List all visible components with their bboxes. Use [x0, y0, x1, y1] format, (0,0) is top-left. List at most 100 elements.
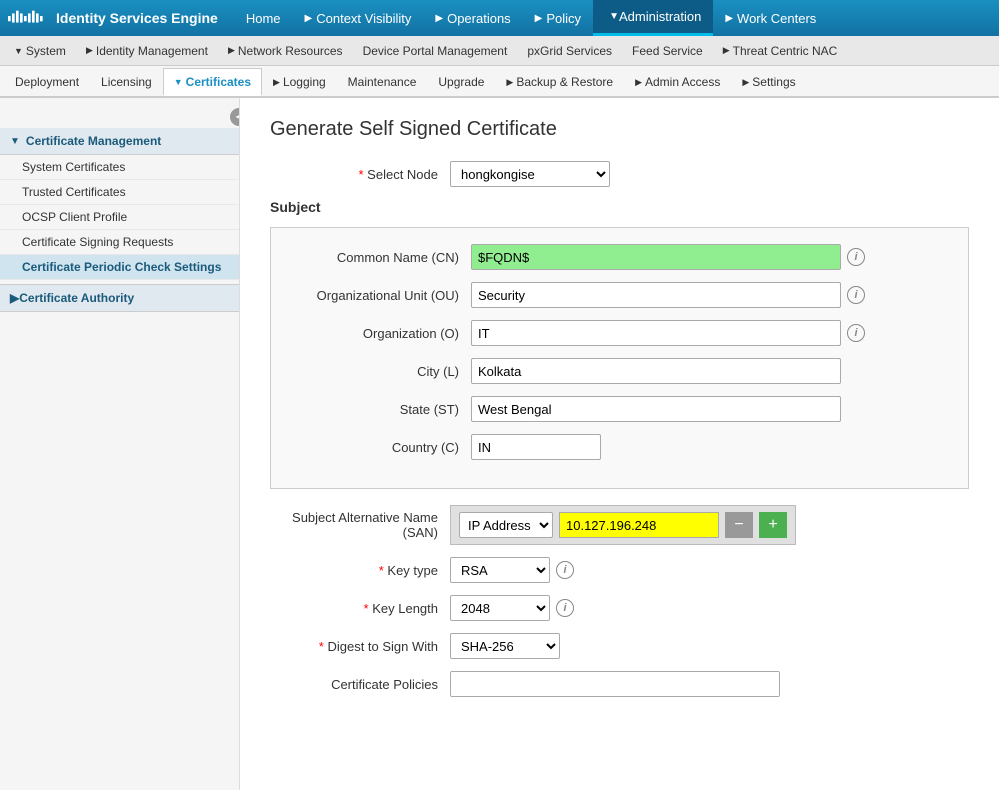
- tab-log-arrow: ▶: [273, 77, 280, 88]
- key-length-info-icon[interactable]: i: [556, 599, 574, 617]
- state-input[interactable]: [471, 396, 841, 422]
- sidebar: ◄ ▼ Certificate Management System Certif…: [0, 98, 240, 790]
- nav-policy[interactable]: ▶ Policy: [523, 0, 593, 36]
- tab-aa-arrow: ▶: [635, 77, 642, 88]
- sidebar-cert-mgmt-expand-icon: ▼: [10, 136, 20, 147]
- san-value-input[interactable]: [559, 512, 719, 538]
- org-info-icon[interactable]: i: [847, 324, 865, 342]
- ou-input[interactable]: [471, 282, 841, 308]
- nav2-threat-centric[interactable]: ▶ Threat Centric NAC: [713, 36, 848, 66]
- nav-cv-arrow: ▶: [305, 13, 313, 24]
- key-type-row: * Key type RSA ECDSA i: [270, 557, 969, 583]
- tab-logging[interactable]: ▶ Logging: [262, 68, 337, 96]
- country-label: Country (C): [291, 440, 471, 455]
- digest-label: * Digest to Sign With: [270, 639, 450, 654]
- state-label: State (ST): [291, 402, 471, 417]
- key-length-select[interactable]: 512 1024 2048 4096: [450, 595, 550, 621]
- nav2-pxgrid[interactable]: pxGrid Services: [517, 36, 622, 66]
- san-container: IP Address DNS Email URI − +: [450, 505, 796, 545]
- required-star-node: *: [359, 167, 368, 182]
- tab-deployment[interactable]: Deployment: [4, 68, 90, 96]
- cn-label: Common Name (CN): [291, 250, 471, 265]
- tab-licensing[interactable]: Licensing: [90, 68, 163, 96]
- country-input[interactable]: [471, 434, 601, 460]
- logo-area: Identity Services Engine: [8, 8, 218, 28]
- sidebar-collapse-button[interactable]: ◄: [230, 108, 240, 126]
- state-row: State (ST): [291, 396, 948, 422]
- nav2-network-resources[interactable]: ▶ Network Resources: [218, 36, 353, 66]
- key-type-label: * Key type: [270, 563, 450, 578]
- main-layout: ◄ ▼ Certificate Management System Certif…: [0, 98, 999, 790]
- nav-home[interactable]: Home: [234, 0, 293, 36]
- nav-pol-arrow: ▶: [535, 13, 543, 24]
- tab-maintenance[interactable]: Maintenance: [337, 68, 428, 96]
- ou-row: Organizational Unit (OU) i: [291, 282, 948, 308]
- org-input[interactable]: [471, 320, 841, 346]
- tab-upgrade[interactable]: Upgrade: [427, 68, 495, 96]
- tab-set-arrow: ▶: [742, 77, 749, 88]
- org-label: Organization (O): [291, 326, 471, 341]
- tab-admin-access[interactable]: ▶ Admin Access: [624, 68, 731, 96]
- san-type-select[interactable]: IP Address DNS Email URI: [459, 512, 553, 538]
- tab-certificates[interactable]: ▼ Certificates: [163, 68, 262, 96]
- nav-work-centers[interactable]: ▶ Work Centers: [713, 0, 828, 36]
- cn-info-icon[interactable]: i: [847, 248, 865, 266]
- digest-select[interactable]: SHA-256 SHA-384 SHA-512: [450, 633, 560, 659]
- city-row: City (L): [291, 358, 948, 384]
- subject-box: Common Name (CN) i Organizational Unit (…: [270, 227, 969, 489]
- second-navigation: ▼ System ▶ Identity Management ▶ Network…: [0, 36, 999, 66]
- san-label: Subject Alternative Name (SAN): [270, 510, 450, 540]
- nav2-feed-service[interactable]: Feed Service: [622, 36, 713, 66]
- sidebar-section-cert-mgmt[interactable]: ▼ Certificate Management: [0, 128, 239, 155]
- sidebar-section-cert-authority[interactable]: ▶ Certificate Authority: [0, 284, 239, 312]
- cn-row: Common Name (CN) i: [291, 244, 948, 270]
- policy-input[interactable]: [450, 671, 780, 697]
- nav-wc-arrow: ▶: [725, 13, 733, 24]
- nav2-tc-arrow: ▶: [723, 45, 730, 56]
- sidebar-item-periodic-check[interactable]: Certificate Periodic Check Settings: [0, 255, 239, 280]
- content-area: Generate Self Signed Certificate * Selec…: [240, 98, 999, 790]
- cisco-logo: [8, 8, 48, 28]
- tab-br-arrow: ▶: [506, 77, 513, 88]
- top-navigation: Identity Services Engine Home ▶ Context …: [0, 0, 999, 36]
- key-length-label: * Key Length: [270, 601, 450, 616]
- key-length-row: * Key Length 512 1024 2048 4096 i: [270, 595, 969, 621]
- san-add-button[interactable]: +: [759, 512, 787, 538]
- policy-row: Certificate Policies: [270, 671, 969, 697]
- tab-backup-restore[interactable]: ▶ Backup & Restore: [495, 68, 624, 96]
- page-title: Generate Self Signed Certificate: [270, 118, 969, 141]
- sidebar-item-trusted-certs[interactable]: Trusted Certificates: [0, 180, 239, 205]
- nav2-nr-arrow: ▶: [228, 45, 235, 56]
- nav2-idm-arrow: ▶: [86, 45, 93, 56]
- nav-operations[interactable]: ▶ Operations: [423, 0, 522, 36]
- sidebar-cert-auth-expand-icon: ▶: [10, 291, 19, 305]
- sidebar-collapse-area: ◄: [0, 106, 239, 128]
- sidebar-item-ocsp[interactable]: OCSP Client Profile: [0, 205, 239, 230]
- country-row: Country (C): [291, 434, 948, 460]
- org-row: Organization (O) i: [291, 320, 948, 346]
- app-title: Identity Services Engine: [56, 10, 218, 26]
- select-node-dropdown[interactable]: hongkongise: [450, 161, 610, 187]
- ou-info-icon[interactable]: i: [847, 286, 865, 304]
- key-type-info-icon[interactable]: i: [556, 561, 574, 579]
- tab-cert-dropdown-icon: ▼: [174, 77, 183, 87]
- tab-settings[interactable]: ▶ Settings: [731, 68, 806, 96]
- city-input[interactable]: [471, 358, 841, 384]
- nav-ops-arrow: ▶: [435, 13, 443, 24]
- select-node-label: * Select Node: [270, 167, 450, 182]
- san-remove-button[interactable]: −: [725, 512, 753, 538]
- third-navigation: Deployment Licensing ▼ Certificates ▶ Lo…: [0, 66, 999, 98]
- nav-context-visibility[interactable]: ▶ Context Visibility: [293, 0, 424, 36]
- nav2-identity-mgmt[interactable]: ▶ Identity Management: [76, 36, 218, 66]
- nav-admin-dropdown-icon: ▼: [609, 11, 619, 22]
- digest-row: * Digest to Sign With SHA-256 SHA-384 SH…: [270, 633, 969, 659]
- sidebar-item-system-certs[interactable]: System Certificates: [0, 155, 239, 180]
- city-label: City (L): [291, 364, 471, 379]
- cn-input[interactable]: [471, 244, 841, 270]
- nav2-system[interactable]: ▼ System: [4, 36, 76, 66]
- policy-label: Certificate Policies: [270, 677, 450, 692]
- nav2-device-portal[interactable]: Device Portal Management: [353, 36, 518, 66]
- key-type-select[interactable]: RSA ECDSA: [450, 557, 550, 583]
- nav-administration[interactable]: ▼ Administration: [593, 0, 713, 36]
- sidebar-item-signing-requests[interactable]: Certificate Signing Requests: [0, 230, 239, 255]
